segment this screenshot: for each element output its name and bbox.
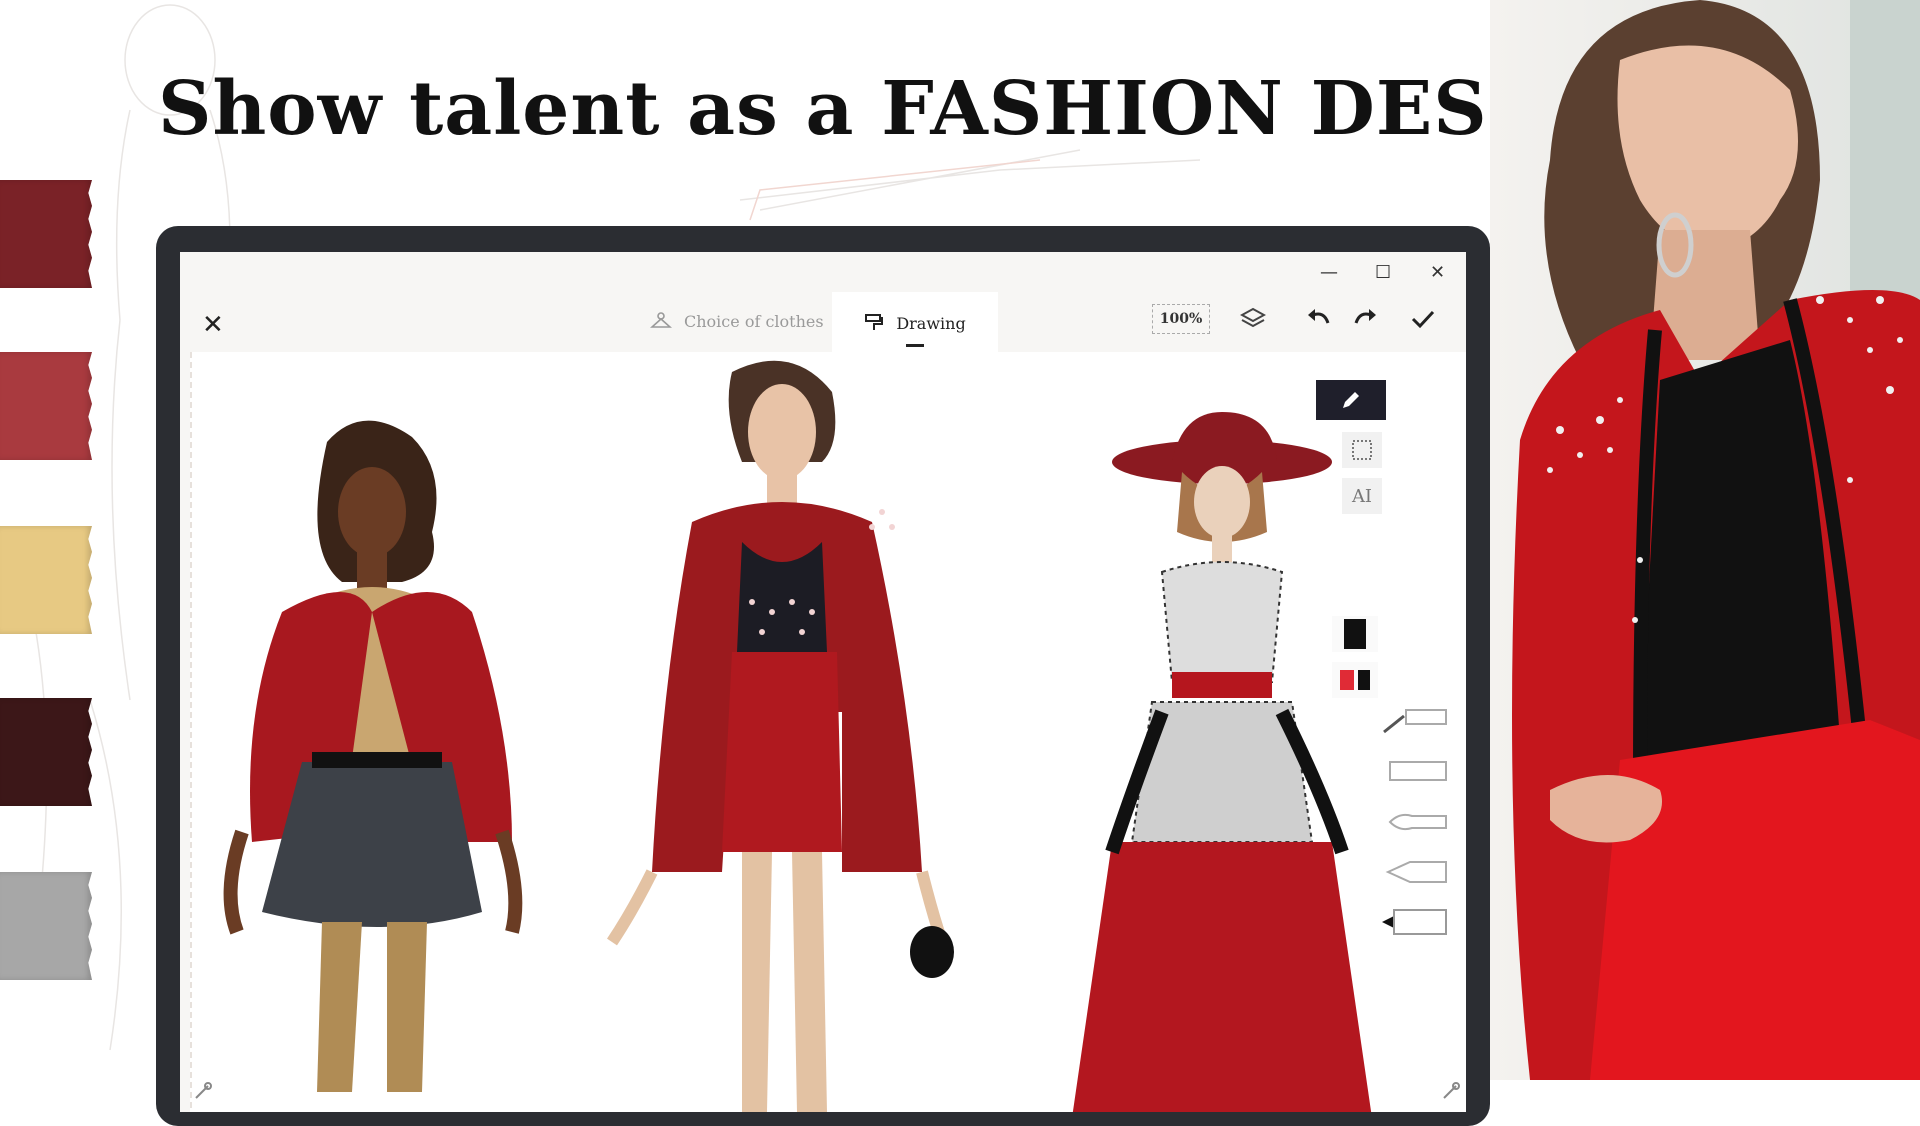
fabric-swatch-burgundy xyxy=(0,698,92,806)
flat-brush[interactable] xyxy=(1380,752,1450,790)
tablet-frame: — ☐ ✕ ✕ Choice of clothes Drawing 100% A… xyxy=(156,226,1490,1126)
undo-icon xyxy=(1308,309,1330,324)
safety-pin-icon xyxy=(195,1082,212,1099)
pencil-brush[interactable] xyxy=(1380,852,1450,890)
tab-choice-of-clothes[interactable]: Choice of clothes xyxy=(650,292,824,350)
red-swatch xyxy=(1340,670,1354,690)
paint-roller-icon xyxy=(865,314,884,330)
window-close-button[interactable]: ✕ xyxy=(1430,262,1445,283)
pattern-tool-button[interactable] xyxy=(1342,432,1382,468)
pencil-tool-button[interactable] xyxy=(1316,380,1386,420)
pattern-icon xyxy=(1352,440,1372,460)
layers-icon xyxy=(1240,307,1266,328)
fabric-swatch-dark-red xyxy=(0,180,92,288)
color-slot-1[interactable] xyxy=(1332,616,1378,652)
black-swatch xyxy=(1358,670,1370,690)
figure-sketch-left xyxy=(223,420,523,1092)
round-brush[interactable] xyxy=(1380,802,1450,840)
pencil-icon xyxy=(1343,392,1359,408)
layers-button[interactable] xyxy=(1236,302,1270,336)
figure-sketch-right xyxy=(1072,412,1372,1112)
checkmark-icon xyxy=(1411,310,1435,329)
safety-pin-icon xyxy=(1443,1082,1460,1099)
maximize-button[interactable]: ☐ xyxy=(1375,262,1391,283)
figure-sketch-center xyxy=(607,360,954,1112)
model-photo xyxy=(1490,0,1920,1080)
marker-brush[interactable] xyxy=(1380,902,1450,940)
tab-drawing[interactable]: Drawing xyxy=(832,292,998,352)
tab-label: Drawing xyxy=(896,313,966,333)
drawing-canvas[interactable]: AI xyxy=(190,352,1466,1112)
undo-button[interactable] xyxy=(1302,302,1336,336)
fabric-swatch-grey xyxy=(0,872,92,980)
zipper-brush[interactable] xyxy=(1380,702,1450,740)
zoom-level[interactable]: 100% xyxy=(1152,304,1210,334)
fabric-swatch-gold xyxy=(0,526,92,634)
close-button[interactable]: ✕ xyxy=(202,310,224,340)
redo-icon xyxy=(1354,309,1376,324)
confirm-button[interactable] xyxy=(1406,302,1440,336)
hanger-icon xyxy=(650,312,672,328)
minimize-button[interactable]: — xyxy=(1320,262,1338,283)
redo-button[interactable] xyxy=(1348,302,1382,336)
fabric-swatch-red xyxy=(0,352,92,460)
ai-label: AI xyxy=(1351,485,1373,507)
headline: Show talent as a FASHION DESIGNER xyxy=(158,66,1777,152)
active-tab-indicator xyxy=(906,344,924,347)
ai-tool-button[interactable]: AI xyxy=(1342,478,1382,514)
color-slot-2[interactable] xyxy=(1332,662,1378,698)
black-swatch xyxy=(1344,619,1366,649)
tab-label: Choice of clothes xyxy=(684,311,824,331)
app-window: — ☐ ✕ ✕ Choice of clothes Drawing 100% A… xyxy=(180,252,1466,1112)
